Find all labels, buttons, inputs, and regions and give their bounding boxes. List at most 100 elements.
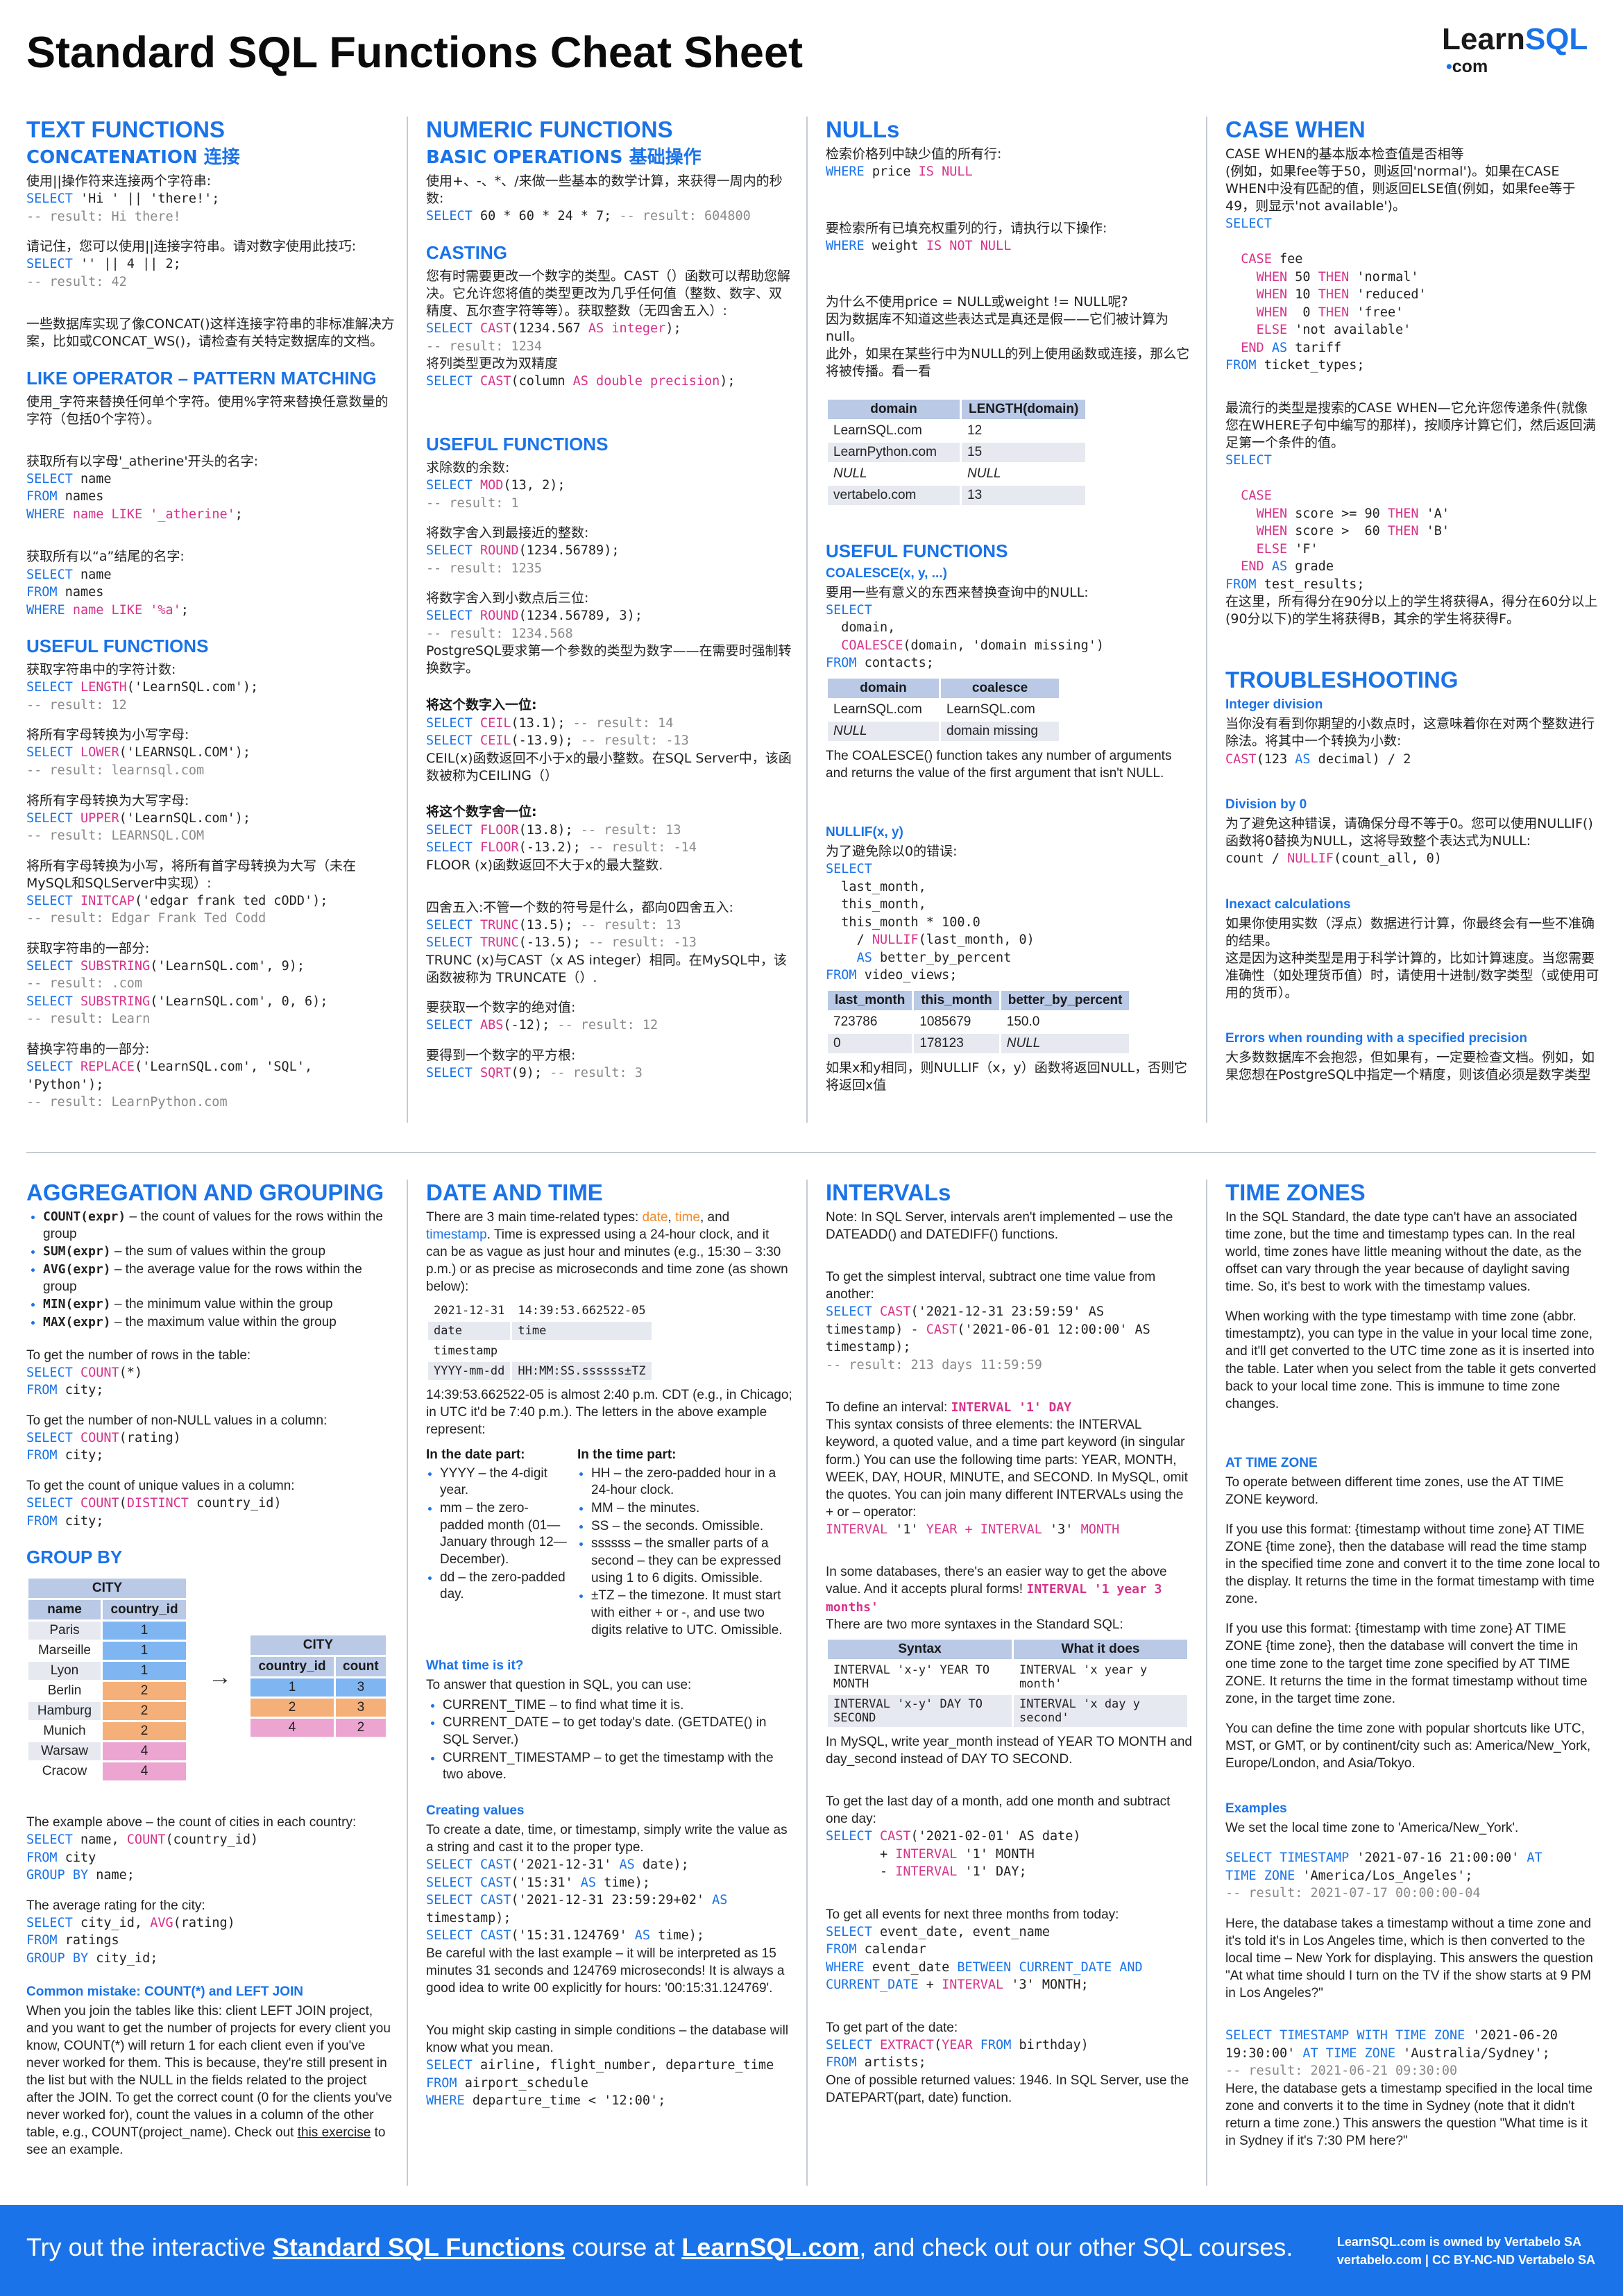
logo-dot: • bbox=[1446, 57, 1452, 76]
table-cell: 723786 bbox=[833, 1014, 878, 1029]
code-snippet: WHERE price IS NULL bbox=[826, 164, 973, 180]
table-cell: Paris bbox=[28, 1622, 101, 1640]
logo-wordmark: LearnSQL bbox=[1442, 22, 1601, 57]
code-snippet: SELECT COUNT(*) FROM city; bbox=[26, 1365, 143, 1398]
description: 将数字舍入到小数点后三位: bbox=[426, 590, 589, 606]
table-row: vertabelo.com 13 bbox=[828, 485, 1086, 505]
list-item: CURRENT_TIME – to find what time it is. bbox=[443, 1697, 794, 1715]
description: Here, the database takes a timestamp wit… bbox=[1225, 1916, 1593, 2000]
table-row: NULL NULL bbox=[828, 464, 1085, 484]
learnsql-link[interactable]: LearnSQL.com bbox=[681, 2233, 859, 2261]
description: To create a date, time, or timestamp, si… bbox=[426, 1822, 788, 1855]
code-result: -- result: LearnPython.com bbox=[26, 1095, 228, 1110]
description: PostgreSQL要求第一个参数的类型为数字——在需要时强制转换数字。 bbox=[426, 643, 792, 677]
subheading: Integer division bbox=[1225, 697, 1323, 713]
code-snippet: INTERVAL '1' YEAR + INTERVAL '3' MONTH bbox=[826, 1522, 1120, 1537]
table-cell: INTERVAL 'x year y month' bbox=[1019, 1663, 1148, 1691]
code-result: -- result: 1234 bbox=[426, 339, 543, 354]
time-part-list: In the time part: HH – the zero-padded h… bbox=[577, 1443, 792, 1642]
code-snippet: SELECT TIMESTAMP '2021-07-16 21:00:00' A… bbox=[1225, 1851, 1543, 1883]
code-snippet: SELECT airline, flight_number, departure… bbox=[426, 2058, 774, 2109]
page-title: Standard SQL Functions Cheat Sheet bbox=[26, 28, 803, 77]
description: 使用_字符来替换任何单个字符。使用%字符来替换任意数量的字符（包括0个字符）。 bbox=[26, 393, 389, 427]
subsection-title: BASIC OPERATIONS 基础操作 bbox=[426, 146, 702, 168]
description: In the SQL Standard, the date type can't… bbox=[1225, 1209, 1582, 1295]
description: To define an interval: INTERVAL '1' DAY bbox=[826, 1400, 1072, 1415]
subsection-title: USEFUL FUNCTIONS bbox=[826, 540, 1008, 561]
table-row: Munich 2 bbox=[28, 1722, 186, 1741]
section-title: TEXT FUNCTIONS bbox=[26, 117, 225, 142]
course-link[interactable]: Standard SQL Functions bbox=[273, 2233, 565, 2261]
table-cell: INTERVAL 'x day y second' bbox=[1014, 1694, 1187, 1727]
nullif-table: last_month this_month better_by_percent 72… bbox=[826, 989, 1131, 1055]
table-cell: 2 bbox=[103, 1722, 186, 1741]
subheading: Division by 0 bbox=[1225, 797, 1307, 813]
code-snippet: SELECT INITCAP('edgar frank ted cODD'); bbox=[26, 893, 328, 908]
description: There are two more syntaxes in the Stand… bbox=[826, 1617, 1123, 1632]
description: You can define the time zone with popula… bbox=[1225, 1721, 1591, 1771]
code-result: -- result: LEARNSQL.COM bbox=[26, 828, 205, 844]
description: This syntax consists of three elements: … bbox=[826, 1418, 1188, 1520]
logo-learn: Learn bbox=[1442, 22, 1525, 56]
exercise-link[interactable]: this exercise bbox=[298, 2125, 371, 2140]
table-caption: CITY bbox=[250, 1635, 386, 1656]
table-cell: 13 bbox=[962, 485, 1086, 505]
group-by-diagram: CITY name country_id Paris 1 Marseille 1 Ly… bbox=[26, 1572, 396, 1814]
table-cell: 178123 bbox=[914, 1033, 999, 1053]
description: 为了避免这种错误，请确保分母不等于0。您可以使用NULLIF()函数将0替换为N… bbox=[1225, 816, 1593, 849]
description: 14:39:53.662522-05 is almost 2:40 p.m. C… bbox=[426, 1388, 792, 1438]
code-snippet: SELECT name FROM names WHERE name LIKE '… bbox=[26, 567, 189, 618]
code-result: -- result: 213 days 11:59:59 bbox=[826, 1357, 1042, 1372]
code-snippet: SELECT '' || 4 || 2; bbox=[26, 257, 181, 272]
description: 获取所有以字母'_atherine'开头的名字: bbox=[26, 453, 258, 469]
description: 求除数的余数: bbox=[426, 460, 510, 476]
table-row: timestamp bbox=[428, 1342, 652, 1360]
table-row: Warsaw 4 bbox=[28, 1742, 186, 1761]
code-snippet: SELECT 60 * 60 * 24 * 7; -- result: 6048… bbox=[426, 209, 751, 224]
code-result: -- result: Learn bbox=[26, 1012, 151, 1027]
subsection-title: USEFUL FUNCTIONS bbox=[26, 636, 209, 657]
code-snippet: SELECT LOWER('LEARNSQL.COM'); bbox=[26, 745, 251, 760]
column-divider bbox=[806, 117, 808, 1123]
description: 使用||操作符来连接两个字符串: bbox=[26, 173, 212, 189]
nulls-section: NULLs 检索价格列中缺少值的所有行: WHERE price IS NULL… bbox=[826, 117, 1193, 1123]
description: If you use this format: {timestamp witho… bbox=[1225, 1522, 1600, 1607]
description: To get the number of rows in the table: bbox=[26, 1347, 251, 1363]
subheading: COALESCE(x, y, ...) bbox=[826, 566, 947, 581]
column-divider bbox=[1206, 117, 1207, 1123]
list-item: HH – the zero-padded hour in a 24-hour c… bbox=[591, 1465, 792, 1499]
subsection-title: USEFUL FUNCTIONS bbox=[426, 433, 609, 454]
table-cell: 3 bbox=[336, 1678, 386, 1697]
learnsql-logo[interactable]: LearnSQL •com bbox=[1442, 22, 1601, 85]
code-snippet: SELECT name FROM names WHERE name LIKE '… bbox=[26, 471, 243, 522]
footer-credit-line: LearnSQL.com is owned by Vertabelo SA bbox=[1336, 2235, 1581, 2249]
table-row: LearnPython.com 15 bbox=[828, 442, 1086, 462]
table-cell: YYYY-mm-dd bbox=[428, 1362, 511, 1381]
code-snippet: SELECT CEIL(13.1); -- result: 14 SELECT … bbox=[426, 715, 689, 749]
table-cell: NULL bbox=[1001, 1033, 1130, 1053]
table-row: Paris 1 bbox=[28, 1622, 186, 1640]
description: 要获取一个数字的绝对值: bbox=[426, 1000, 576, 1016]
description: 检索价格列中缺少值的所有行: bbox=[826, 146, 1002, 162]
table-row: LearnSQL.com 12 bbox=[828, 421, 1085, 441]
aggregate-function-list: COUNT(expr) – the count of values for th… bbox=[43, 1209, 396, 1332]
code-snippet: SELECT TRUNC(13.5); -- result: 13 SELECT… bbox=[426, 917, 697, 951]
description: 大多数数据库不会抱怨，但如果有，一定要检查文档。例如，如果您想在PostgreS… bbox=[1225, 1050, 1595, 1083]
table-cell: INTERVAL 'x-y' YEAR TO MONTH bbox=[833, 1663, 990, 1691]
table-cell: 4 bbox=[250, 1719, 334, 1737]
table-cell: Cracow bbox=[42, 1764, 87, 1779]
table-header: LENGTH(domain) bbox=[962, 399, 1086, 419]
table-cell: LearnSQL.com bbox=[946, 701, 1035, 717]
table-row: date time bbox=[428, 1322, 652, 1341]
table-row: INTERVAL 'x-y' YEAR TO MONTH INTERVAL 'x … bbox=[828, 1661, 1187, 1693]
description: In some databases, there's an easier way… bbox=[826, 1565, 1167, 1615]
code-snippet: SELECT ABS(-12); -- result: 12 bbox=[426, 1018, 658, 1033]
list-item: SS – the seconds. Omissible. bbox=[591, 1518, 792, 1536]
table-header: last_month bbox=[828, 990, 912, 1010]
section-title: DATE AND TIME bbox=[426, 1180, 603, 1205]
table-cell: 2 bbox=[103, 1702, 186, 1721]
description: 在这里，所有得分在90分以上的学生将获得A，得分在60分以上(90分以下)的学生… bbox=[1225, 594, 1598, 627]
code-snippet: SELECT SUBSTRING('LearnSQL.com', 9); bbox=[26, 958, 305, 973]
arrow-right-icon: → bbox=[208, 1664, 232, 1691]
description: 将数字舍入到最接近的整数: bbox=[426, 525, 589, 541]
